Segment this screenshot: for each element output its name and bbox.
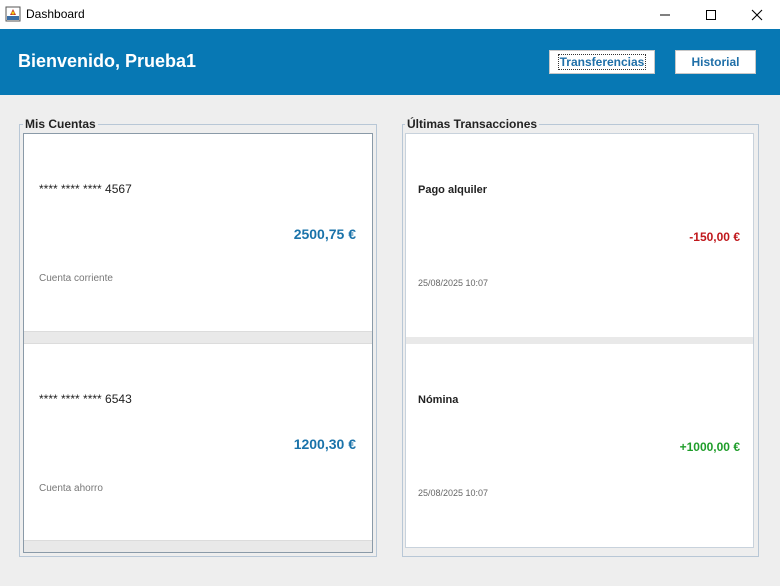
account-number: **** **** **** 6543 (39, 392, 132, 406)
close-icon (751, 9, 763, 20)
account-balance: 1200,30 € (293, 436, 356, 452)
transaction-date: 25/08/2025 10:07 (418, 278, 489, 288)
account-type: Cuenta corriente (39, 273, 113, 284)
maximize-button[interactable] (688, 0, 734, 29)
transaction-amount: +1000,00 € (679, 440, 740, 454)
minimize-button[interactable] (642, 0, 688, 29)
transaction-date: 25/08/2025 10:07 (418, 488, 489, 498)
transactions-panel-title: Últimas Transacciones (405, 117, 540, 131)
header-bar: Bienvenido, Prueba1 Transferencias Histo… (0, 29, 780, 95)
transaction-description: Nómina (418, 394, 459, 406)
app-icon (5, 6, 21, 22)
transaction-amount: -150,00 € (689, 230, 740, 244)
history-button[interactable]: Historial (675, 50, 756, 74)
window-title-bar: Dashboard (0, 0, 780, 29)
transfers-button[interactable]: Transferencias (549, 50, 655, 74)
accounts-panel-title: Mis Cuentas (23, 117, 98, 131)
account-card[interactable]: **** **** **** 4567 2500,75 € Cuenta cor… (24, 134, 372, 332)
maximize-icon (706, 9, 716, 20)
minimize-icon (660, 14, 670, 15)
account-balance: 2500,75 € (293, 226, 356, 242)
account-card[interactable]: **** **** **** 6543 1200,30 € Cuenta aho… (24, 343, 372, 541)
close-button[interactable] (734, 0, 780, 29)
history-button-label: Historial (691, 55, 740, 69)
window-title: Dashboard (26, 7, 85, 21)
account-type: Cuenta ahorro (39, 483, 103, 494)
welcome-title: Bienvenido, Prueba1 (18, 51, 197, 71)
transaction-card[interactable]: Pago alquiler -150,00 € 25/08/2025 10:07 (406, 134, 753, 337)
transactions-list[interactable]: Pago alquiler -150,00 € 25/08/2025 10:07… (405, 133, 754, 548)
accounts-list[interactable]: **** **** **** 4567 2500,75 € Cuenta cor… (23, 133, 373, 553)
transfers-button-label: Transferencias (557, 54, 647, 70)
account-number: **** **** **** 4567 (39, 182, 132, 196)
transaction-card[interactable]: Nómina +1000,00 € 25/08/2025 10:07 (406, 344, 753, 547)
transaction-description: Pago alquiler (418, 184, 488, 196)
